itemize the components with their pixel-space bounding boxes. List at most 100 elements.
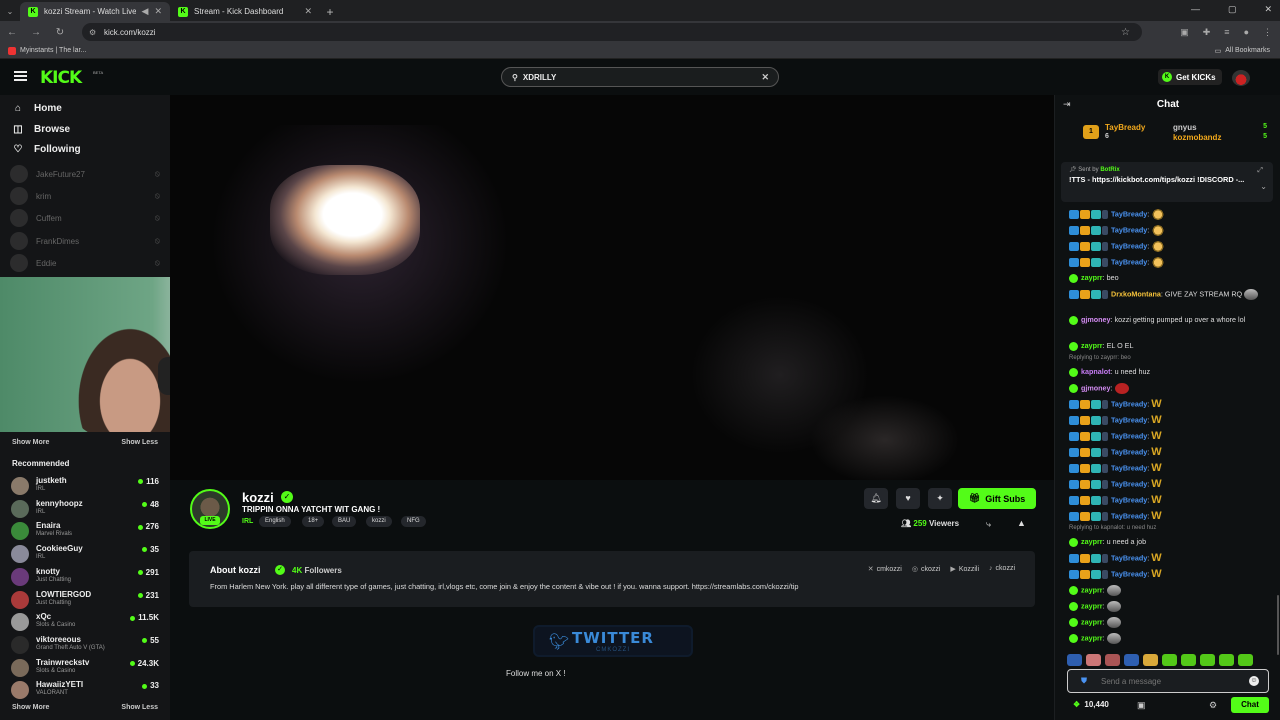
recommended-channel[interactable]: xQc Slots & Casino 11.5K [11, 611, 159, 633]
emote[interactable] [1238, 654, 1253, 666]
chat-message[interactable]: gjmoney: kozzi getting pumped up over a … [1069, 315, 1269, 325]
chat-message[interactable]: zayprr: [1069, 633, 1269, 644]
social-link[interactable]: ♪ ckozzi [989, 565, 1015, 573]
chat-username[interactable]: gjmoney [1081, 383, 1111, 392]
tag[interactable]: 18+ [302, 516, 325, 527]
minimize-icon[interactable]: — [1191, 4, 1200, 15]
recommended-channel[interactable]: kennyhoopz IRL 48 [11, 498, 159, 520]
chat-message[interactable]: TayBready: W [1069, 431, 1269, 442]
recommended-channel[interactable]: Enaira Marvel Rivals 276 [11, 520, 159, 542]
site-info-icon[interactable]: ⚙ [89, 28, 96, 37]
chat-username[interactable]: gjmoney [1081, 315, 1111, 324]
emoji-icon[interactable]: ☺ [1249, 676, 1259, 686]
tag[interactable]: English [259, 516, 291, 527]
chat-input[interactable] [1101, 675, 1241, 688]
chat-message[interactable]: zayprr: beo [1069, 273, 1269, 283]
chat-username[interactable]: TayBready [1111, 479, 1147, 488]
user-avatar[interactable] [1232, 70, 1250, 86]
bookmark-item[interactable]: Myinstants | The lar... [8, 46, 86, 55]
chat-username[interactable]: TayBready [1111, 431, 1147, 440]
chat-message[interactable]: TayBready: W [1069, 399, 1269, 410]
followed-channel[interactable]: FrankDimes ⦸ [10, 232, 160, 250]
chat-username[interactable]: TayBready [1111, 225, 1147, 234]
gear-icon[interactable]: ⚙ [1209, 700, 1217, 711]
tag[interactable]: kozzi [366, 516, 392, 527]
leader-name[interactable]: gnyus [1173, 123, 1197, 132]
chat-username[interactable]: TayBready [1111, 209, 1147, 218]
chat-username[interactable]: TayBready [1111, 553, 1147, 562]
chat-username[interactable]: DrxkoMontana [1111, 289, 1161, 298]
chat-message[interactable]: TayBready: W [1069, 511, 1269, 522]
chat-username[interactable]: zayprr [1081, 601, 1103, 610]
chat-message[interactable]: kapnalot: u need huz [1069, 367, 1269, 377]
recommended-channel[interactable]: Trainwreckstv Slots & Casino 24.3K [11, 657, 159, 679]
share-icon[interactable]: ⤷ [986, 519, 991, 530]
recommended-channel[interactable]: LOWTIERGOD Just Chatting 231 [11, 589, 159, 611]
browser-tab-active[interactable]: K kozzi Stream - Watch Live o ◀ ✕ [20, 2, 170, 21]
chat-username[interactable]: zayprr [1081, 537, 1103, 546]
gift-icon[interactable]: ▣ [1137, 700, 1146, 711]
chat-username[interactable]: TayBready [1111, 415, 1147, 424]
follow-button[interactable]: ♥ [896, 488, 920, 509]
chat-username[interactable]: TayBready [1111, 511, 1147, 520]
chat-username[interactable]: TayBready [1111, 447, 1147, 456]
forward-icon[interactable]: → [24, 27, 48, 38]
kicks-balance[interactable]: ❖ 10,440 [1073, 700, 1109, 709]
chat-message[interactable]: zayprr: EL O EL [1069, 341, 1269, 351]
chat-message[interactable]: TayBready: W [1069, 463, 1269, 474]
clip-button[interactable]: ✦ [928, 488, 952, 509]
chat-username[interactable]: zayprr [1081, 585, 1103, 594]
chat-username[interactable]: zayprr [1081, 633, 1103, 642]
emote[interactable] [1067, 654, 1082, 666]
tag[interactable]: NFG [401, 516, 426, 527]
hamburger-menu-icon[interactable] [14, 71, 27, 81]
chat-message[interactable]: TayBready: W [1069, 495, 1269, 506]
recommended-channel[interactable]: knotty Just Chatting 291 [11, 566, 159, 588]
social-link[interactable]: ✕ cmkozzi [868, 565, 902, 573]
unpin-icon[interactable]: ⤢ [1257, 167, 1263, 175]
puzzle-icon[interactable]: ✚ [1203, 27, 1211, 38]
chat-username[interactable]: kapnalot [1081, 367, 1111, 376]
chat-message[interactable]: TayBready: [1069, 209, 1269, 220]
show-less-button[interactable]: Show Less [121, 439, 158, 446]
chat-message[interactable]: TayBready: [1069, 241, 1269, 252]
profile-icon[interactable]: ● [1244, 27, 1249, 38]
chat-username[interactable]: TayBready [1111, 569, 1147, 578]
emote[interactable] [1086, 654, 1101, 666]
chat-username[interactable]: zayprr [1081, 341, 1103, 350]
social-link[interactable]: ◎ ckozzi [912, 565, 941, 573]
browser-tab[interactable]: K Stream - Kick Dashboard ✕ [170, 2, 320, 21]
get-kicks-button[interactable]: K Get KICKs [1158, 69, 1222, 85]
emote[interactable] [1124, 654, 1139, 666]
followed-channel[interactable]: Cuffem ⦸ [10, 209, 160, 227]
recommended-channel[interactable]: HawaiizYETI VALORANT 33 [11, 679, 159, 701]
chat-username[interactable]: zayprr [1081, 617, 1103, 626]
notification-bell-button[interactable]: 🔔︎ [864, 488, 888, 509]
followed-channel[interactable]: krim ⦸ [10, 187, 160, 205]
kick-logo[interactable]: KICK [40, 68, 82, 88]
emote[interactable] [1219, 654, 1234, 666]
recommended-channel[interactable]: justketh IRL 116 [11, 475, 159, 497]
chat-message[interactable]: zayprr: u need a job [1069, 537, 1269, 547]
media-icon[interactable]: ≡ [1224, 27, 1229, 38]
emote[interactable] [1181, 654, 1196, 666]
emote[interactable] [1162, 654, 1177, 666]
chat-username[interactable]: TayBready [1111, 257, 1147, 266]
chat-username[interactable]: TayBready [1111, 495, 1147, 504]
chat-message[interactable]: gjmoney: [1069, 383, 1269, 394]
chevron-down-icon[interactable]: ⌄ [1260, 182, 1267, 191]
sidebar-item-home[interactable]: ⌂ Home [12, 103, 62, 114]
search-input[interactable]: ⚲ XDRILLY ✕ [501, 67, 779, 87]
chat-message[interactable]: TayBready: W [1069, 569, 1269, 580]
recommended-channel[interactable]: viktoreeous Grand Theft Auto V (GTA) 55 [11, 634, 159, 656]
chat-username[interactable]: zayprr [1081, 273, 1103, 282]
back-icon[interactable]: ← [0, 27, 24, 38]
all-bookmarks[interactable]: ▭ All Bookmarks [1215, 47, 1270, 55]
show-less-button[interactable]: Show Less [121, 704, 158, 711]
chat-message[interactable]: zayprr: [1069, 617, 1269, 628]
bookmark-star-icon[interactable]: ☆ [1121, 27, 1130, 38]
social-link[interactable]: ▶ Kozzili [950, 565, 979, 573]
chat-message[interactable]: DrxkoMontana: GIVE ZAY STREAM RQ [1069, 289, 1269, 300]
maximize-icon[interactable]: ▢ [1228, 4, 1237, 15]
chat-message[interactable]: zayprr: [1069, 601, 1269, 612]
